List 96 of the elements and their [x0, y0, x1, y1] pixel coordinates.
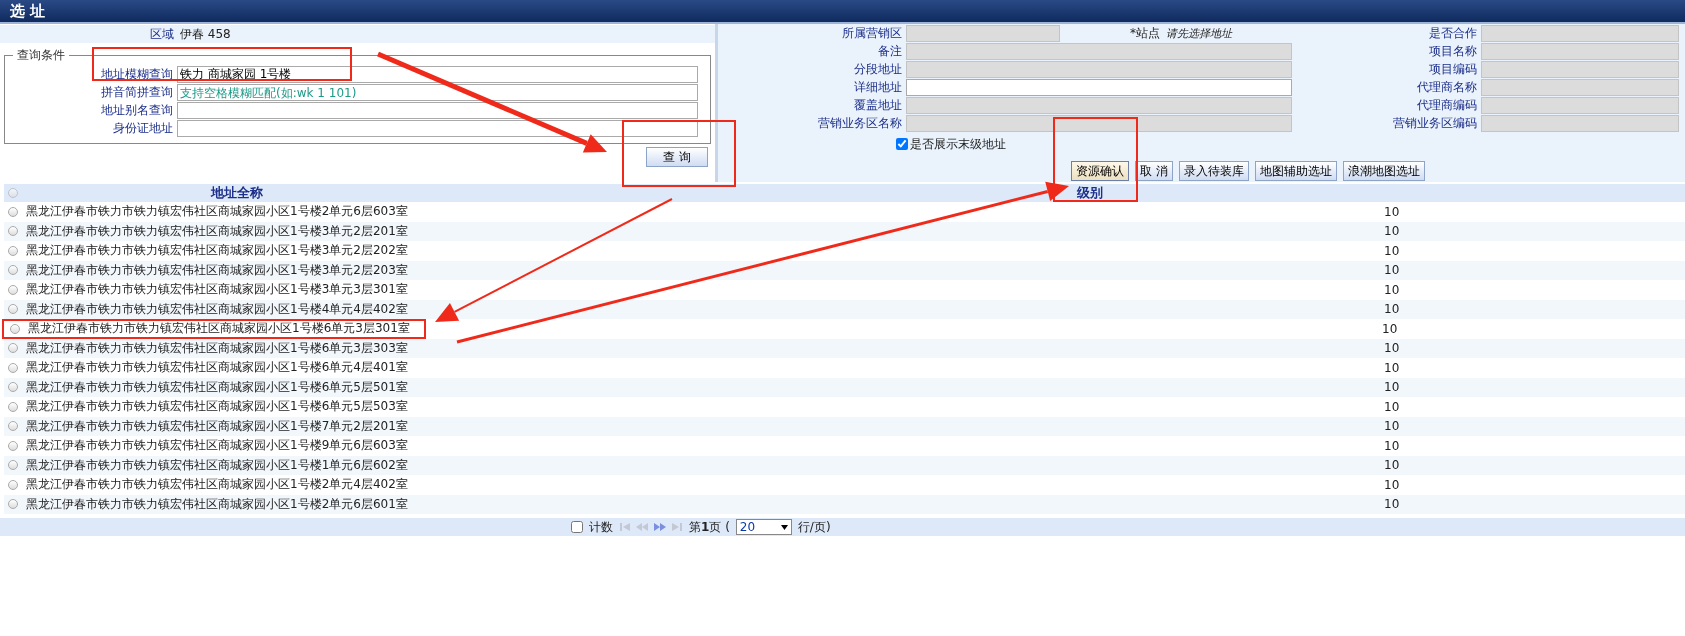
column-header: 级别	[1076, 184, 1104, 202]
field-label: 项目编码	[1428, 62, 1478, 77]
query-button[interactable]: 查 询	[646, 147, 708, 167]
row-radio[interactable]	[8, 362, 18, 373]
table-cell: 黑龙江伊春市铁力市铁力镇宏伟社区商城家园小区1号楼3单元2层202室	[26, 242, 408, 260]
table-cell-text: 10	[1383, 380, 1400, 395]
caret-icon	[780, 524, 788, 530]
table-cell: 黑龙江伊春市铁力市铁力镇宏伟社区商城家园小区1号楼2单元6层603室	[26, 203, 408, 221]
field-label: 代理商名称	[1416, 80, 1478, 95]
table-cell-text: 10	[1383, 204, 1400, 219]
row-radio[interactable]	[8, 382, 18, 393]
action-button[interactable]: 浪潮地图选址	[1342, 161, 1425, 181]
last-page-icon[interactable]	[671, 522, 683, 532]
table-cell-text: 10	[1383, 497, 1400, 512]
table-cell: 黑龙江伊春市铁力市铁力镇宏伟社区商城家园小区1号楼3单元3层301室	[26, 281, 408, 299]
action-button[interactable]: 地图辅助选址	[1254, 161, 1337, 181]
field-label: 详细地址	[853, 80, 903, 95]
checkbox-label: 是否展示末级地址	[910, 135, 1006, 153]
table-cell: 黑龙江伊春市铁力市铁力镇宏伟社区商城家园小区1号楼6单元3层303室	[26, 339, 408, 357]
field-label: 营销业务区编码	[1392, 116, 1478, 131]
action-button[interactable]: 取 消	[1135, 161, 1173, 181]
action-button[interactable]: 资源确认	[1071, 161, 1129, 181]
table-cell: 黑龙江伊春市铁力市铁力镇宏伟社区商城家园小区1号楼3单元2层203室	[26, 261, 408, 279]
table-cell-text: 10	[1381, 321, 1398, 336]
row-radio[interactable]	[8, 479, 18, 490]
station-hint: 请先选择地址	[1166, 26, 1232, 41]
row-radio[interactable]	[8, 343, 18, 354]
table-cell-text: 10	[1383, 477, 1400, 492]
per-page-label: 行/页)	[797, 518, 831, 536]
row-radio[interactable]	[8, 401, 18, 412]
count-label: 计数	[589, 518, 613, 536]
table-cell: 黑龙江伊春市铁力市铁力镇宏伟社区商城家园小区1号楼6单元5层501室	[26, 378, 408, 396]
field-label: 项目名称	[1428, 44, 1478, 59]
row-radio[interactable]	[8, 460, 18, 471]
table-cell: 黑龙江伊春市铁力市铁力镇宏伟社区商城家园小区1号楼6单元5层503室	[26, 398, 408, 416]
action-button[interactable]: 录入待装库	[1178, 161, 1249, 181]
page-size-select[interactable]: 20	[735, 519, 792, 535]
row-radio[interactable]	[8, 265, 18, 276]
row-radio[interactable]	[8, 304, 18, 315]
page-number: 第1页 (	[689, 518, 730, 536]
text-field[interactable]	[177, 120, 698, 137]
field-label: 分段地址	[853, 62, 903, 77]
next-page-icon[interactable]	[653, 522, 667, 532]
station-label: *站点	[1130, 25, 1160, 42]
row-radio[interactable]	[8, 226, 18, 237]
table-cell: 黑龙江伊春市铁力市铁力镇宏伟社区商城家园小区1号楼6单元4层401室	[26, 359, 408, 377]
table-cell: 黑龙江伊春市铁力市铁力镇宏伟社区商城家园小区1号楼7单元2层201室	[26, 417, 408, 435]
window-title: 选 址	[0, 0, 1685, 24]
field-label: 地址别名查询	[100, 102, 173, 119]
table-cell: 黑龙江伊春市铁力市铁力镇宏伟社区商城家园小区1号楼9单元6层603室	[26, 437, 408, 455]
region-value: 伊春 458	[180, 25, 231, 43]
field-label: 备注	[877, 44, 903, 59]
table-cell-text: 10	[1383, 282, 1400, 297]
table-cell-text: 10	[1383, 419, 1400, 434]
table-cell-text: 10	[1383, 263, 1400, 278]
text-field[interactable]: 铁力 商城家园 1号楼	[177, 66, 698, 83]
row-radio[interactable]	[8, 499, 18, 510]
text-field[interactable]	[906, 79, 1292, 96]
row-radio[interactable]	[8, 440, 18, 451]
table-cell-text: 10	[1383, 399, 1400, 414]
text-field[interactable]: 支持空格模糊匹配(如:wk 1 101)	[177, 84, 698, 101]
table-cell-text: 10	[1383, 458, 1400, 473]
field-label: 拼音简拼查询	[100, 84, 173, 101]
table-cell-text: 10	[1383, 302, 1400, 317]
radio-icon	[8, 188, 18, 198]
field-label: 代理商编码	[1416, 98, 1478, 113]
table-cell: 黑龙江伊春市铁力市铁力镇宏伟社区商城家园小区1号楼3单元2层201室	[26, 222, 408, 240]
field-label: 营销业务区名称	[817, 116, 903, 131]
table-cell: 黑龙江伊春市铁力市铁力镇宏伟社区商城家园小区1号楼6单元3层301室	[28, 320, 410, 338]
region-label: 区域	[150, 25, 174, 43]
table-cell: 黑龙江伊春市铁力市铁力镇宏伟社区商城家园小区1号楼4单元4层402室	[26, 300, 408, 318]
text-field[interactable]	[177, 102, 698, 119]
table-cell-text: 10	[1383, 243, 1400, 258]
show-last-level-checkbox[interactable]	[896, 138, 908, 150]
count-checkbox[interactable]	[571, 521, 583, 533]
column-header: 地址全称	[209, 184, 264, 202]
previous-page-icon[interactable]	[635, 522, 649, 532]
table-cell-text: 10	[1383, 438, 1400, 453]
field-label: 身份证地址	[112, 120, 173, 137]
row-radio[interactable]	[10, 323, 20, 334]
panel-legend: 查询条件	[13, 47, 69, 64]
row-radio[interactable]	[8, 245, 18, 256]
table-cell-text: 10	[1383, 341, 1400, 356]
field-label: 所属营销区	[841, 26, 903, 41]
field-label: 是否合作	[1428, 26, 1478, 41]
table-cell-text: 10	[1383, 360, 1400, 375]
field-label: 覆盖地址	[853, 98, 903, 113]
first-page-icon[interactable]	[619, 522, 631, 532]
row-radio[interactable]	[8, 284, 18, 295]
row-radio[interactable]	[8, 206, 18, 217]
table-cell: 黑龙江伊春市铁力市铁力镇宏伟社区商城家园小区1号楼1单元6层602室	[26, 456, 408, 474]
table-cell-text: 10	[1383, 224, 1400, 239]
row-radio[interactable]	[8, 421, 18, 432]
table-cell: 黑龙江伊春市铁力市铁力镇宏伟社区商城家园小区1号楼2单元4层402室	[26, 476, 408, 494]
table-cell: 黑龙江伊春市铁力市铁力镇宏伟社区商城家园小区1号楼2单元6层601室	[26, 495, 408, 513]
field-label: 地址模糊查询	[100, 66, 173, 83]
